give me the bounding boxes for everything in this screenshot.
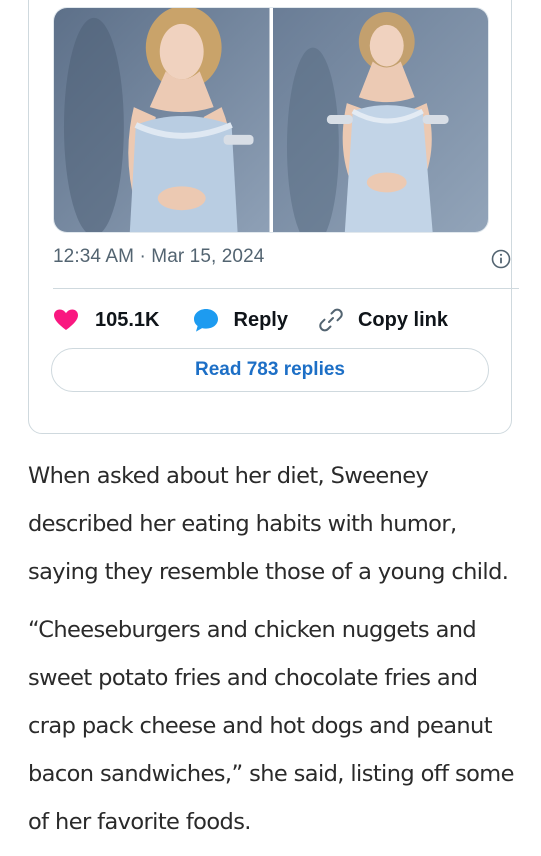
tweet-actions: 105.1K Reply Copy link (53, 303, 493, 337)
tweet-media-grid[interactable] (53, 7, 489, 233)
read-replies-button[interactable]: Read 783 replies (51, 348, 489, 392)
info-icon[interactable] (491, 249, 511, 269)
copy-link-label: Copy link (357, 308, 448, 331)
heart-icon (54, 309, 78, 330)
tweet-divider (53, 288, 519, 289)
reply-button[interactable]: Reply (192, 307, 288, 333)
tweet-timestamp[interactable]: 12:34 AM · Mar 15, 2024 (53, 246, 264, 268)
like-count: 105.1K (95, 308, 160, 331)
speech-bubble-icon (193, 309, 218, 332)
article-body: When asked about her diet, Sweeney descr… (28, 452, 518, 856)
tweet-photo-left[interactable] (54, 8, 270, 232)
embedded-tweet-card: 12:34 AM · Mar 15, 2024 105.1K Reply Cop… (28, 0, 519, 434)
article-paragraph: “Cheeseburgers and chicken nuggets and s… (28, 617, 514, 835)
link-icon (319, 308, 343, 332)
copy-link-button[interactable]: Copy link (318, 307, 448, 333)
tweet-photo-right[interactable] (272, 8, 488, 232)
article-paragraph: When asked about her diet, Sweeney descr… (28, 463, 509, 585)
like-button[interactable]: 105.1K (53, 308, 160, 332)
reply-label: Reply (233, 308, 288, 331)
